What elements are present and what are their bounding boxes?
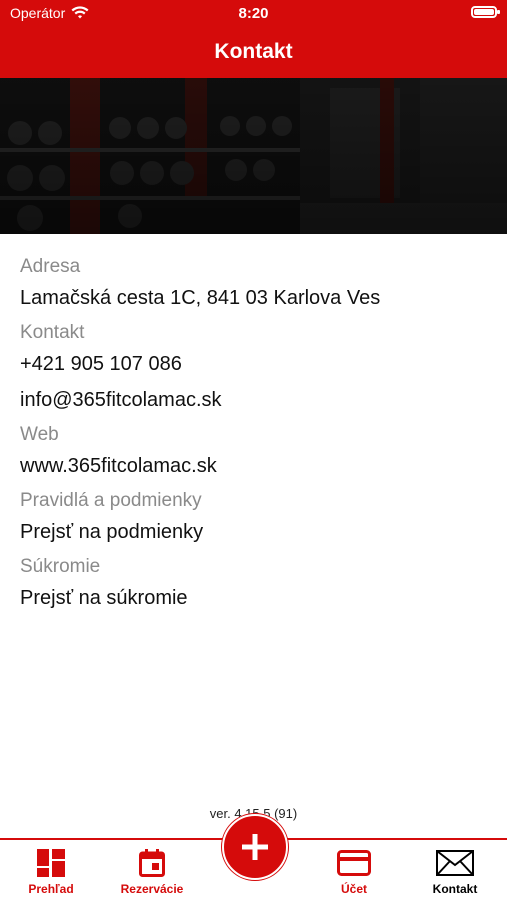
navigation-header: Operátor 8:20 Kontakt: [0, 0, 507, 78]
phone-link[interactable]: +421 905 107 086: [20, 352, 487, 376]
tab-label-prehlad: Prehľad: [28, 882, 74, 896]
plus-icon: [242, 834, 268, 860]
status-bar: Operátor 8:20: [0, 0, 507, 28]
terms-label: Pravidlá a podmienky: [20, 490, 202, 511]
calendar-icon: [139, 849, 165, 877]
tab-label-kontakt: Kontakt: [432, 882, 478, 896]
add-button[interactable]: [222, 814, 288, 880]
tab-rezervacie[interactable]: Rezervácie: [107, 848, 197, 896]
dashboard-icon: [37, 849, 65, 877]
address-label: Adresa: [20, 256, 81, 277]
tab-bar: Prehľad Rezervácie Účet Kontakt: [0, 814, 507, 902]
terms-link[interactable]: Prejsť na podmienky: [20, 520, 487, 544]
battery-icon: [471, 6, 500, 18]
tab-label-rezervacie: Rezervácie: [120, 882, 184, 896]
website-link[interactable]: www.365fitcolamac.sk: [20, 454, 487, 478]
web-section: Web www.365fitcolamac.sk: [20, 424, 487, 478]
email-link[interactable]: info@365fitcolamac.sk: [20, 388, 487, 412]
terms-section: Pravidlá a podmienky Prejsť na podmienky: [20, 490, 487, 544]
address-section: Adresa Lamačská cesta 1C, 841 03 Karlova…: [20, 256, 487, 310]
tab-ucet[interactable]: Účet: [309, 848, 399, 896]
envelope-icon: [436, 850, 474, 876]
gym-banner-image: [0, 78, 507, 234]
web-label: Web: [20, 424, 59, 445]
contact-label: Kontakt: [20, 322, 85, 343]
privacy-label: Súkromie: [20, 556, 101, 577]
tab-label-ucet: Účet: [340, 882, 367, 896]
card-icon: [337, 850, 371, 876]
tab-prehlad[interactable]: Prehľad: [6, 848, 96, 896]
contact-details: Adresa Lamačská cesta 1C, 841 03 Karlova…: [20, 256, 487, 622]
status-time: 8:20: [238, 5, 269, 22]
contact-section: Kontakt +421 905 107 086 info@365fitcola…: [20, 322, 487, 412]
address-value[interactable]: Lamačská cesta 1C, 841 03 Karlova Ves: [20, 286, 487, 310]
page-title: Kontakt: [214, 40, 293, 63]
privacy-section: Súkromie Prejsť na súkromie: [20, 556, 487, 610]
privacy-link[interactable]: Prejsť na súkromie: [20, 586, 487, 610]
tab-kontakt[interactable]: Kontakt: [410, 848, 500, 896]
